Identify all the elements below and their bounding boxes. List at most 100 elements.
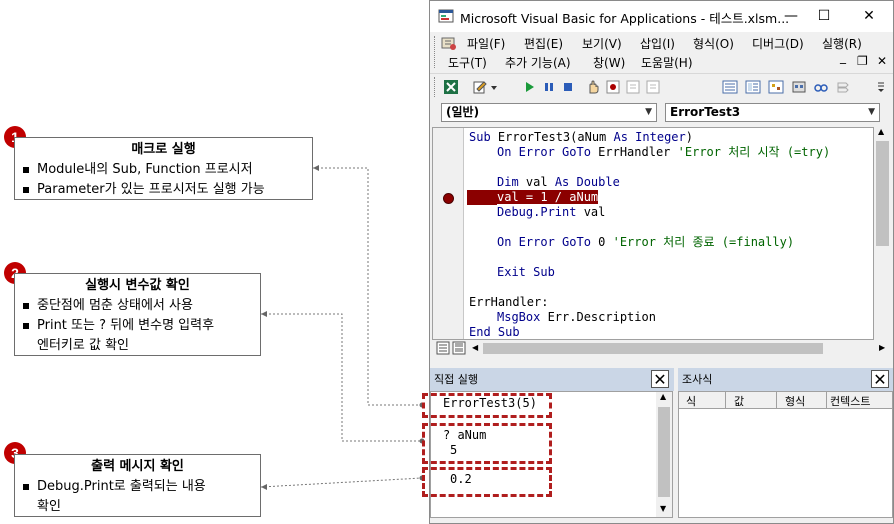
code-text: ErrHandler [598,145,678,159]
code-line[interactable]: Dim val As Double [497,175,620,190]
menu-view[interactable]: 보기(V) [582,35,622,52]
menu-file[interactable]: 파일(F) [467,35,505,52]
object-browser-icon[interactable] [768,79,784,95]
properties-window-icon[interactable] [745,79,761,95]
code-line[interactable]: ErrHandler: [469,295,548,310]
code-keyword: On Error GoTo [497,235,599,249]
view-excel-icon[interactable] [443,79,459,95]
maximize-button[interactable]: ☐ [809,5,839,27]
callout-bullet: Print 또는 ? 뒤에 변수명 입력후 [23,316,252,336]
column-divider[interactable] [776,392,777,408]
breakpoint-margin[interactable] [433,128,464,339]
project-explorer-icon[interactable] [722,79,738,95]
code-line[interactable]: Exit Sub [497,265,555,280]
immediate-vertical-scrollbar[interactable]: ▲ ▼ [656,392,672,517]
scroll-up-icon[interactable]: ▲ [878,127,884,136]
call-stack-icon[interactable] [835,79,851,95]
breakpoint-dot-icon[interactable] [443,193,454,204]
menu-tools[interactable]: 도구(T) [448,54,487,71]
scroll-up-icon[interactable]: ▲ [660,392,666,401]
close-button[interactable]: ✕ [854,5,884,27]
toolbox-icon[interactable] [791,79,807,95]
toolbar-grip[interactable] [434,77,438,97]
watch-glasses-icon[interactable] [813,79,829,95]
immediate-close-button[interactable]: ✕ [651,370,669,388]
scroll-thumb[interactable] [876,141,889,246]
watch-col-expression[interactable]: 식 [686,393,696,409]
callout-bullet: 중단점에 멈춘 상태에서 사용 [23,296,252,316]
code-line[interactable]: MsgBox Err.Description [497,310,656,325]
callout-title: 실행시 변수값 확인 [85,278,190,293]
code-line-breakpoint[interactable]: val = 1 / aNum [497,190,599,205]
immediate-window-title: 직접 실행 [434,373,478,386]
watch-window[interactable]: 식 값 형식 컨텍스트 [678,391,893,518]
menu-addins[interactable]: 추가 기능(A) [505,54,571,71]
reset-icon[interactable] [560,79,576,95]
code-keyword: End Sub [469,325,520,339]
connector-3 [260,477,423,488]
callout-bullet: Debug.Print로 출력되는 내용 [23,477,252,497]
menu-format[interactable]: 형식(O) [693,35,734,52]
procedure-view-icon[interactable] [436,341,450,355]
toggle-breakpoint-icon[interactable] [605,79,621,95]
code-line[interactable]: Sub ErrorTest3(aNum As Integer) [469,130,693,145]
menu-window[interactable]: 창(W) [593,54,625,71]
highlight-box-output [422,467,552,497]
full-module-view-icon[interactable] [452,341,466,355]
step-over-icon[interactable] [645,79,661,95]
callout-macro-run: 매크로 실행 Module내의 Sub, Function 프로시저 Param… [14,137,313,200]
code-text: ) [685,130,693,144]
code-vertical-scrollbar[interactable]: ▲ [874,127,891,340]
column-divider[interactable] [725,392,726,408]
menu-insert[interactable]: 삽입(I) [640,35,675,52]
menu-debug[interactable]: 디버그(D) [752,35,804,52]
code-horizontal-scrollbar[interactable]: ◀ ▶ [432,340,891,357]
code-text: val = 1 / aNum [497,190,599,204]
scroll-right-icon[interactable]: ▶ [879,343,885,352]
code-line[interactable]: On Error GoTo 0 'Error 처리 종료 (=finally) [497,235,794,250]
code-keyword: Exit Sub [497,265,555,279]
menu-help[interactable]: 도움말(H) [641,54,693,71]
code-comment: 'Error 처리 종료 (=finally) [612,235,795,249]
mdi-close-button[interactable]: ✕ [877,54,887,68]
watch-column-headers: 식 값 형식 컨텍스트 [679,392,892,409]
code-line[interactable]: Debug.Print val [497,205,605,220]
column-divider[interactable] [826,392,827,408]
watch-col-value[interactable]: 값 [734,393,744,409]
scroll-thumb[interactable] [658,407,670,497]
watch-window-header[interactable]: 조사식 ✕ [678,368,893,391]
watch-col-context[interactable]: 컨텍스트 [830,393,870,409]
break-icon[interactable] [541,79,557,95]
code-combo-bar: (일반) ▼ ErrorTest3 ▼ [430,100,893,126]
code-keyword: As Double [554,175,620,189]
scroll-thumb[interactable] [483,343,823,354]
object-combo[interactable]: (일반) ▼ [441,103,657,122]
code-line[interactable]: End Sub [469,325,520,339]
connector-1 [313,167,422,406]
arrowhead [261,311,267,317]
scroll-down-icon[interactable]: ▼ [660,504,666,513]
code-line[interactable]: On Error GoTo ErrHandler 'Error 처리 시작 (=… [497,145,830,160]
standard-toolbar [430,73,893,101]
watch-col-type[interactable]: 형식 [785,393,805,409]
immediate-window-header[interactable]: 직접 실행 ✕ [430,368,674,391]
mdi-minimize-button[interactable]: _ [840,50,846,64]
step-into-icon[interactable] [625,79,641,95]
mdi-restore-button[interactable]: ❐ [857,54,868,68]
module-icon[interactable] [441,35,457,51]
procedure-combo[interactable]: ErrorTest3 ▼ [665,103,880,122]
vba-app-icon [438,9,454,23]
code-editor[interactable]: Sub ErrorTest3(aNum As Integer) On Error … [432,127,874,340]
dropdown-arrow-icon[interactable] [490,79,498,95]
run-icon[interactable] [521,79,537,95]
chevron-down-icon: ▼ [645,107,652,117]
minimize-button[interactable]: — [776,5,806,27]
menu-grip[interactable] [434,36,438,68]
breakpoint-highlight [467,190,497,205]
menu-edit[interactable]: 편집(E) [524,35,563,52]
watch-close-button[interactable]: ✕ [871,370,889,388]
scroll-left-icon[interactable]: ◀ [472,343,478,352]
toolbar-overflow-icon[interactable] [876,79,886,95]
design-mode-icon[interactable] [585,79,601,95]
insert-module-icon[interactable] [472,79,488,95]
